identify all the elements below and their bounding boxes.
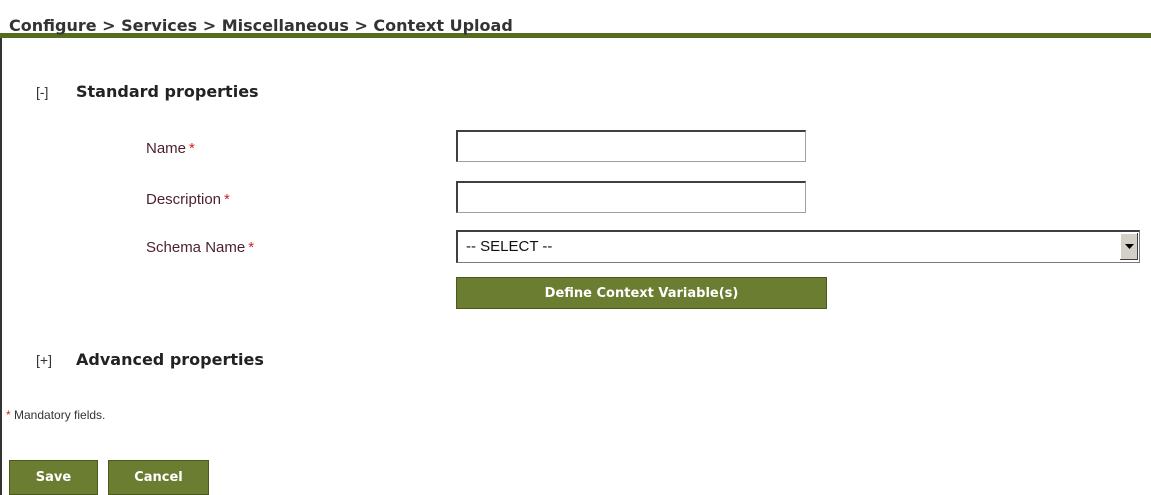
left-border [0, 38, 2, 495]
description-input[interactable] [456, 181, 806, 213]
name-required-mark: * [189, 140, 195, 157]
header-bar: Configure > Services > Miscellaneous > C… [0, 0, 1151, 38]
advanced-properties-toggle[interactable]: [+] [36, 352, 52, 368]
description-label-text: Description [146, 191, 222, 208]
schema-name-label: Schema Name * [146, 239, 254, 256]
standard-properties-title: Standard properties [76, 82, 259, 101]
schema-name-selected-value: -- SELECT -- [466, 238, 553, 255]
breadcrumb: Configure > Services > Miscellaneous > C… [9, 16, 513, 35]
define-context-variables-button[interactable]: Define Context Variable(s) [456, 277, 827, 309]
dropdown-arrow-icon[interactable] [1119, 233, 1138, 260]
description-label: Description * [146, 191, 230, 208]
mandatory-fields-note: * Mandatory fields. [6, 408, 105, 422]
mandatory-note-mark: * [6, 408, 11, 422]
schema-name-required-mark: * [248, 239, 255, 256]
description-required-mark: * [224, 191, 230, 208]
mandatory-note-text: Mandatory fields. [14, 408, 106, 422]
standard-properties-toggle[interactable]: [-] [36, 84, 48, 100]
advanced-properties-title: Advanced properties [76, 350, 264, 369]
name-label: Name * [146, 140, 195, 157]
context-upload-page: Configure > Services > Miscellaneous > C… [0, 0, 1151, 495]
cancel-button[interactable]: Cancel [108, 460, 209, 495]
name-input[interactable] [456, 130, 806, 162]
save-button[interactable]: Save [9, 460, 98, 495]
schema-name-select[interactable]: -- SELECT -- [456, 230, 1140, 263]
name-label-text: Name [146, 140, 187, 157]
schema-name-label-text: Schema Name [146, 239, 246, 256]
